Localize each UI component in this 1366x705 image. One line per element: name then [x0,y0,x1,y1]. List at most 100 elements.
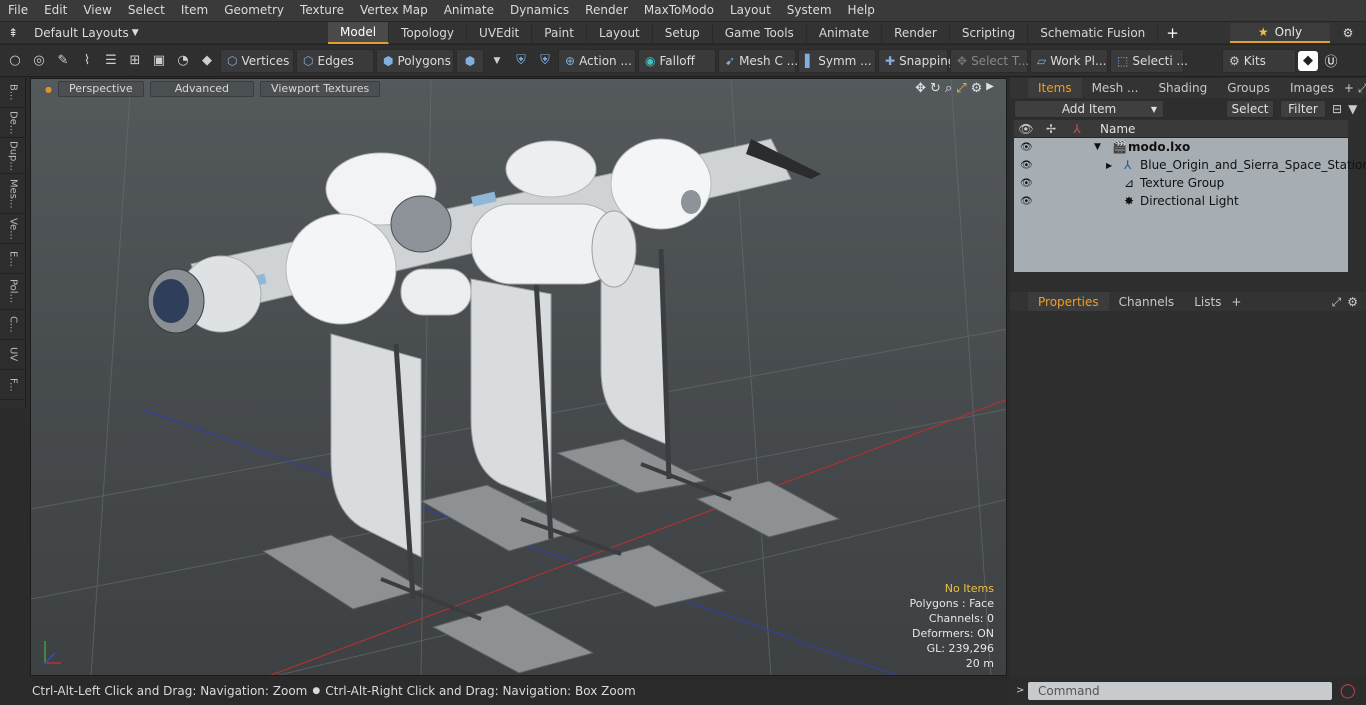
menu-select[interactable]: Select [120,0,173,21]
menu-geometry[interactable]: Geometry [216,0,292,21]
tab-setup[interactable]: Setup [653,22,713,43]
menu-dynamics[interactable]: Dynamics [502,0,577,21]
brush-icon[interactable]: ⌇ [76,49,98,73]
tab-topology[interactable]: Topology [389,22,468,43]
globe-icon[interactable]: ◎ [28,49,50,73]
center-icon[interactable]: ⊞ [124,49,146,73]
menu-vertex-map[interactable]: Vertex Map [352,0,436,21]
tab-game-tools[interactable]: Game Tools [713,22,807,43]
collapse-icon[interactable]: ⊟ [1332,102,1342,116]
tree-collapse-icon[interactable]: ▶ [1106,161,1112,170]
symmetry-button[interactable]: ▌ Symm ... [798,48,876,73]
left-tab-basic[interactable]: B... [0,78,26,108]
symmetry-shield-icon[interactable]: ⛨ [510,49,532,73]
unity-icon[interactable]: ◆ [1298,50,1318,71]
left-tab-vertex[interactable]: Ve... [0,214,26,244]
viewport-textures-button[interactable]: Viewport Textures [260,81,381,97]
menu-help[interactable]: Help [840,0,883,21]
select-button[interactable]: Select [1226,100,1274,118]
mesh-constraint-button[interactable]: ➹ Mesh C ... [718,48,798,73]
tab-shading[interactable]: Shading [1148,78,1217,98]
left-tab-edge[interactable]: E... [0,244,26,274]
material-mode-button[interactable]: ⬢ [456,48,484,73]
panel-add-icon[interactable]: + [1344,81,1354,95]
edges-button[interactable]: ⬡ Edges [296,48,374,73]
properties-gear-icon[interactable]: ⚙ [1347,295,1358,309]
tab-paint[interactable]: Paint [532,22,587,43]
advanced-button[interactable]: Advanced [149,81,255,97]
tab-uvedit[interactable]: UVEdit [467,22,533,43]
unreal-icon[interactable]: Ⓤ [1320,49,1342,73]
visibility-eye-icon[interactable]: 👁 [1020,196,1034,207]
left-tab-polygon[interactable]: Pol... [0,274,26,310]
tab-animate[interactable]: Animate [807,22,883,43]
pan-icon[interactable]: ✥ [915,81,926,96]
snapping-button[interactable]: ✚ Snapping [878,48,955,73]
tab-groups[interactable]: Groups [1217,78,1280,98]
left-tab-duplicate[interactable]: Dup... [0,138,26,174]
menu-animate[interactable]: Animate [436,0,502,21]
panel-expand-icon[interactable]: ⤢ [1358,81,1366,96]
only-toggle[interactable]: ★ Only [1230,22,1330,43]
tab-channels[interactable]: Channels [1109,292,1185,312]
circle-select-icon[interactable]: ○ [4,49,26,73]
menu-render[interactable]: Render [577,0,636,21]
left-tab-uv[interactable]: UV [0,340,26,370]
tree-row-mesh[interactable]: 👁 ▶ ⅄ Blue_Origin_and_Sierra_Space_Stati… [1014,156,1366,174]
kits-button[interactable]: ⚙ Kits [1222,48,1296,73]
rotate-icon[interactable]: ◔ [172,49,194,73]
gear-icon[interactable]: ⚙ [1330,26,1366,40]
visibility-eye-icon[interactable]: 👁 [1020,160,1034,171]
menu-layout[interactable]: Layout [722,0,779,21]
tab-items[interactable]: Items [1028,78,1082,98]
menu-texture[interactable]: Texture [292,0,352,21]
visibility-eye-icon[interactable]: 👁 [1020,142,1034,153]
align-icon[interactable]: ☰ [100,49,122,73]
polygons-button[interactable]: ⬢ Polygons [376,48,454,73]
vertices-button[interactable]: ⬡ Vertices [220,48,294,73]
tab-lists[interactable]: Lists [1184,292,1231,312]
menu-system[interactable]: System [779,0,840,21]
command-expand-icon[interactable]: > [1016,685,1024,696]
element-icon[interactable]: ▣ [148,49,170,73]
tab-render[interactable]: Render [882,22,950,43]
tree-row-light[interactable]: 👁 ✸ Directional Light [1014,192,1348,210]
left-tab-deform[interactable]: De... [0,108,26,138]
funnel-icon[interactable]: ▼ [1348,102,1357,116]
left-tab-curve[interactable]: C... [0,310,26,340]
properties-add-icon[interactable]: + [1231,295,1241,309]
tab-properties[interactable]: Properties [1028,292,1109,312]
tab-mesh[interactable]: Mesh ... [1082,78,1149,98]
action-button[interactable]: ⊕ Action ... [558,48,636,73]
tab-schematic-fusion[interactable]: Schematic Fusion [1028,22,1159,43]
menu-maxtomodo[interactable]: MaxToModo [636,0,722,21]
zoom-icon[interactable]: ⌕ [945,81,952,96]
work-plane-button[interactable]: ▱ Work Pl... [1030,48,1108,73]
command-input[interactable]: Command [1028,681,1332,700]
left-tab-fusion[interactable]: F... [0,370,26,400]
left-tab-mesh-edit[interactable]: Mes... [0,174,26,214]
select-through-button[interactable]: ✥ Select T... [950,48,1029,73]
orbit-icon[interactable]: ↻ [930,81,941,96]
tab-scripting[interactable]: Scripting [950,22,1029,43]
add-tab-icon[interactable]: + [1158,24,1187,42]
falloff-button[interactable]: ◉ Falloff [638,48,716,73]
action-center-shield-icon[interactable]: ⛨ [534,49,556,73]
dropdown-icon[interactable]: ▼ [486,49,508,73]
add-item-button[interactable]: Add Item ▼ [1014,100,1164,118]
tab-model[interactable]: Model [328,21,390,44]
tree-expand-icon[interactable]: ▼ [1094,142,1101,152]
tree-row-texture-group[interactable]: 👁 ⊿ Texture Group [1014,174,1348,192]
menu-item[interactable]: Item [173,0,216,21]
menu-view[interactable]: View [75,0,119,21]
items-mode-icon[interactable]: ◆ [196,49,218,73]
perspective-button[interactable]: Perspective [57,81,144,97]
name-column-header[interactable]: Name [1100,122,1135,136]
tab-layout[interactable]: Layout [587,22,653,43]
tree-row-scene[interactable]: 👁 ▼ 🎬 modo.lxo [1014,138,1348,156]
viewport-menu-dot-icon[interactable]: ● [45,85,52,94]
menu-file[interactable]: File [0,0,36,21]
visibility-eye-icon[interactable]: 👁 [1020,178,1034,189]
selection-sets-button[interactable]: ⬚ Selecti ... [1110,48,1188,73]
pen-tool-icon[interactable]: ✎ [52,49,74,73]
